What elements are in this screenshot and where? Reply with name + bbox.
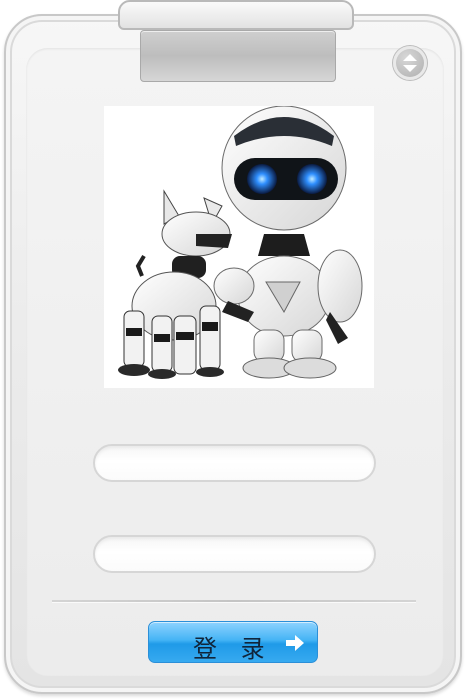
login-button-label: 登 录 xyxy=(193,635,273,663)
clipboard-clip-plate xyxy=(140,30,336,82)
arrow-right-icon xyxy=(286,635,304,651)
up-down-arrows-icon xyxy=(403,54,417,72)
divider xyxy=(52,600,416,603)
robot-humanoid xyxy=(213,106,363,379)
password-input[interactable] xyxy=(93,535,376,573)
up-down-toggle-button[interactable] xyxy=(393,46,427,80)
clipboard-clip xyxy=(118,0,354,30)
login-button[interactable]: 登 录 xyxy=(148,621,318,663)
robot-illustration xyxy=(104,106,374,388)
username-input[interactable] xyxy=(93,444,376,482)
